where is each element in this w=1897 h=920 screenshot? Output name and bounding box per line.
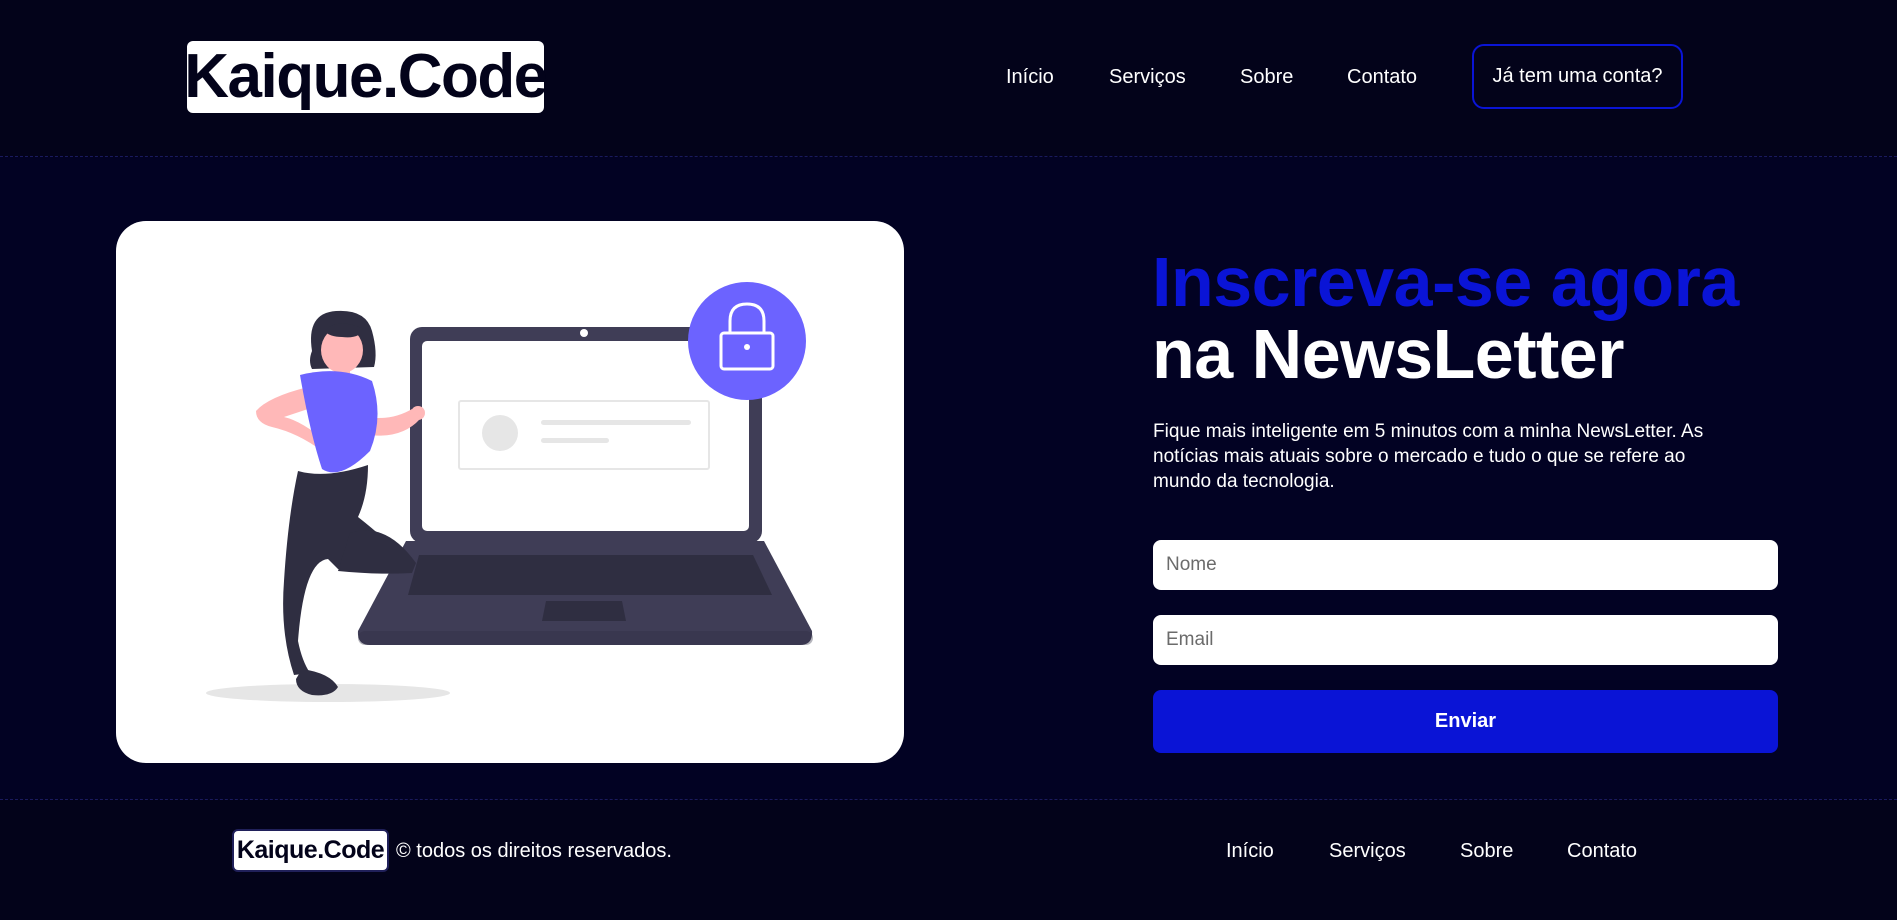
nav-link-inicio[interactable]: Início — [1006, 66, 1054, 89]
site-header: Kaique.Code Início Serviços Sobre Contat… — [0, 0, 1897, 157]
footer-link-contato[interactable]: Contato — [1567, 840, 1637, 863]
brand-logo[interactable]: Kaique.Code — [184, 41, 548, 113]
hero-headline: Inscreva-se agora na NewsLetter — [1152, 246, 1792, 390]
screen-card-avatar — [482, 415, 518, 451]
login-button[interactable]: Já tem uma conta? — [1472, 44, 1683, 109]
email-input[interactable] — [1153, 615, 1778, 665]
laptop-keyboard — [408, 555, 772, 595]
nav-link-contato[interactable]: Contato — [1347, 66, 1417, 89]
laptop-base-edge — [358, 631, 813, 645]
hero-description: Fique mais inteligente em 5 minutos com … — [1153, 421, 1704, 492]
laptop-trackpad — [542, 601, 626, 621]
nav-link-servicos[interactable]: Serviços — [1109, 66, 1186, 89]
woman-with-laptop-illustration — [206, 282, 813, 702]
woman-bent-leg — [338, 530, 416, 574]
illustration-card — [116, 221, 904, 763]
footer-link-inicio[interactable]: Início — [1226, 840, 1274, 863]
footer-copyright: © todos os direitos reservados. — [396, 840, 672, 862]
screen-card-line-2 — [541, 438, 609, 443]
footer-link-servicos[interactable]: Serviços — [1329, 840, 1406, 863]
submit-button[interactable]: Enviar — [1153, 690, 1778, 753]
footer-brand-logo[interactable]: Kaique.Code — [232, 829, 389, 872]
woman-shirt — [300, 371, 378, 473]
hero-headline-accent: Inscreva-se agora — [1152, 243, 1739, 321]
lock-badge — [688, 282, 806, 400]
hero-headline-main: na NewsLetter — [1152, 315, 1624, 393]
laptop-camera — [580, 329, 588, 337]
nav-link-sobre[interactable]: Sobre — [1240, 66, 1293, 89]
footer-link-sobre[interactable]: Sobre — [1460, 840, 1513, 863]
screen-card-line-1 — [541, 420, 691, 425]
name-input[interactable] — [1153, 540, 1778, 590]
